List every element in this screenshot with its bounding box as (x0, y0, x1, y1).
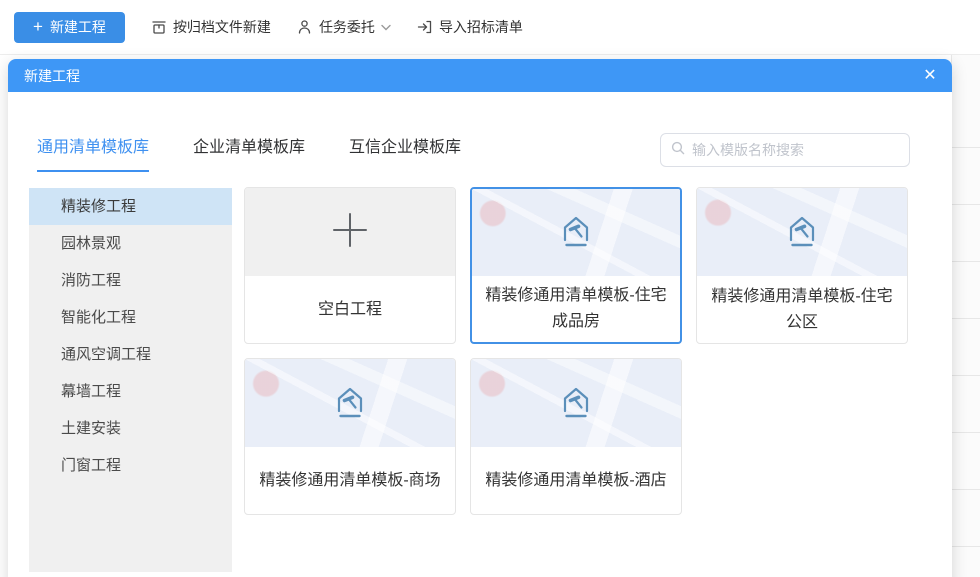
sidebar-item-intelligent[interactable]: 智能化工程 (29, 299, 232, 336)
background-table-row-lines (952, 91, 980, 577)
plus-icon (330, 210, 370, 255)
sidebar-item-fine-decoration[interactable]: 精装修工程 (29, 188, 232, 225)
top-toolbar: + 新建工程 按归档文件新建 任务委托 (0, 0, 980, 55)
task-delegation-label: 任务委托 (319, 17, 375, 37)
tab-enterprise-template-library[interactable]: 企业清单模板库 (193, 133, 305, 172)
template-card-image (245, 359, 455, 447)
house-icon (556, 382, 596, 425)
tab-mutual-trust-template-library[interactable]: 互信企业模板库 (349, 133, 461, 172)
task-delegation-menu[interactable]: 任务委托 (297, 17, 391, 37)
template-card-grid: 空白工程 精装修通用清单模板-住宅成品房 (244, 187, 924, 515)
template-card-image (471, 359, 681, 447)
sidebar-item-curtain-wall[interactable]: 幕墙工程 (29, 373, 232, 410)
template-card-mall[interactable]: 精装修通用清单模板-商场 (244, 358, 456, 515)
plus-icon: + (33, 18, 43, 35)
import-bid-list-button[interactable]: 导入招标清单 (417, 17, 523, 37)
sidebar-item-doors-windows[interactable]: 门窗工程 (29, 447, 232, 484)
background-table-strip (951, 55, 980, 577)
house-icon (330, 382, 370, 425)
search-icon (671, 141, 685, 160)
template-card-label: 空白工程 (245, 276, 455, 343)
new-project-button[interactable]: + 新建工程 (14, 12, 125, 43)
archive-icon (151, 19, 167, 35)
template-card-image (697, 188, 907, 276)
template-card-label: 精装修通用清单模板-商场 (245, 447, 455, 514)
import-bid-list-label: 导入招标清单 (439, 17, 523, 37)
template-card-residential-public[interactable]: 精装修通用清单模板-住宅公区 (696, 187, 908, 344)
sidebar-item-landscape[interactable]: 园林景观 (29, 225, 232, 262)
house-icon (782, 211, 822, 254)
house-icon (556, 211, 596, 254)
create-from-archive-button[interactable]: 按归档文件新建 (151, 17, 271, 37)
blank-card-image (245, 188, 455, 276)
sidebar-item-fire-protection[interactable]: 消防工程 (29, 262, 232, 299)
template-search-box (660, 133, 910, 167)
template-card-hotel[interactable]: 精装修通用清单模板-酒店 (470, 358, 682, 515)
app-window: + 新建工程 按归档文件新建 任务委托 (0, 0, 980, 577)
template-card-label: 精装修通用清单模板-住宅公区 (697, 276, 907, 343)
template-library-tabs: 通用清单模板库 企业清单模板库 互信企业模板库 (37, 133, 505, 172)
person-icon (297, 19, 313, 35)
modal-title: 新建工程 (24, 66, 80, 86)
template-card-label: 精装修通用清单模板-住宅成品房 (472, 276, 680, 342)
modal-header: 新建工程 ✕ (8, 59, 952, 92)
category-sidebar: 精装修工程 园林景观 消防工程 智能化工程 通风空调工程 幕墙工程 土建安装 门… (29, 188, 232, 572)
template-search-input[interactable] (692, 142, 899, 158)
sidebar-item-civil-install[interactable]: 土建安装 (29, 410, 232, 447)
template-card-image (472, 189, 680, 276)
tab-general-template-library[interactable]: 通用清单模板库 (37, 133, 149, 172)
import-icon (417, 19, 433, 35)
new-project-button-label: 新建工程 (50, 17, 106, 37)
chevron-down-icon (381, 24, 391, 31)
template-card-residential-finished[interactable]: 精装修通用清单模板-住宅成品房 (470, 187, 682, 344)
sidebar-item-hvac[interactable]: 通风空调工程 (29, 336, 232, 373)
template-card-blank[interactable]: 空白工程 (244, 187, 456, 344)
new-project-modal: 新建工程 ✕ 通用清单模板库 企业清单模板库 互信企业模板库 精装修工程 园林景… (8, 59, 952, 577)
template-card-label: 精装修通用清单模板-酒店 (471, 447, 681, 514)
close-icon[interactable]: ✕ (917, 62, 943, 88)
create-from-archive-label: 按归档文件新建 (173, 17, 271, 37)
